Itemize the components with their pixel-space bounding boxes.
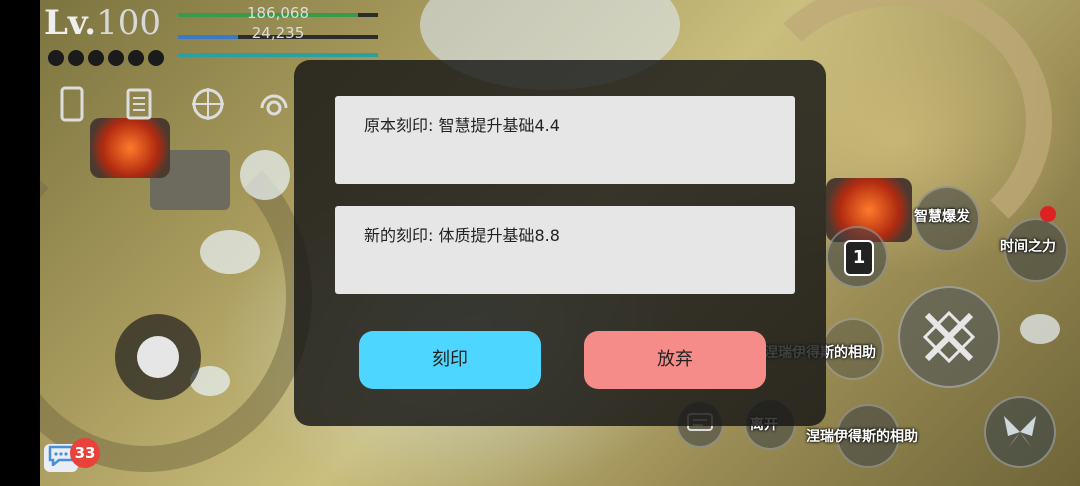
engrave-button[interactable]: 刻印 <box>359 331 541 389</box>
new-rune-box: 新的刻印: 体质提升基础8.8 <box>335 206 795 294</box>
xp-bar <box>178 53 378 57</box>
snow-particle <box>200 230 260 274</box>
rune-engrave-dialog: 原本刻印: 智慧提升基础4.4 新的刻印: 体质提升基础8.8 刻印 放弃 <box>294 60 826 426</box>
original-rune-text: 原本刻印: 智慧提升基础4.4 <box>364 116 560 135</box>
level-indicator: Lv.100 <box>44 4 161 42</box>
phone-icon[interactable] <box>54 86 90 122</box>
snow-particle <box>1020 314 1060 344</box>
buff-slot <box>128 50 144 66</box>
attack-button[interactable] <box>898 286 1000 388</box>
abandon-button[interactable]: 放弃 <box>584 331 766 389</box>
buff-slot <box>48 50 64 66</box>
snow-particle <box>240 150 290 200</box>
wisdom-burst-label: 智慧爆发 <box>914 209 970 225</box>
mp-value: 24,235 <box>251 24 305 42</box>
notification-dot <box>1040 206 1056 222</box>
level-value: 100 <box>96 3 161 43</box>
crossed-swords-icon <box>922 310 976 364</box>
target-icon[interactable] <box>190 86 226 122</box>
buff-slot <box>148 50 164 66</box>
hp-value: 186,068 <box>246 4 310 22</box>
joystick-knob[interactable] <box>137 336 179 378</box>
original-rune-box: 原本刻印: 智慧提升基础4.4 <box>335 96 795 184</box>
buff-slot <box>108 50 124 66</box>
blessing-label-bottom: 涅瑞伊得斯的相助 <box>806 429 918 445</box>
time-power-label: 时间之力 <box>1000 239 1056 255</box>
butterfly-skill-button[interactable] <box>984 396 1056 468</box>
buff-slot <box>68 50 84 66</box>
headset-icon[interactable] <box>256 86 292 122</box>
movement-joystick[interactable] <box>115 314 201 400</box>
level-prefix: Lv. <box>44 3 97 43</box>
buff-slot <box>88 50 104 66</box>
xp-bar-fill <box>178 53 378 57</box>
butterfly-icon <box>1004 416 1036 448</box>
chat-unread-badge: 33 <box>70 438 100 468</box>
fire-brazier <box>90 118 170 178</box>
quest-scroll-icon[interactable] <box>122 86 158 122</box>
buff-slots <box>48 50 164 66</box>
quick-slot-number: 1 <box>844 240 874 276</box>
new-rune-text: 新的刻印: 体质提升基础8.8 <box>364 226 560 245</box>
